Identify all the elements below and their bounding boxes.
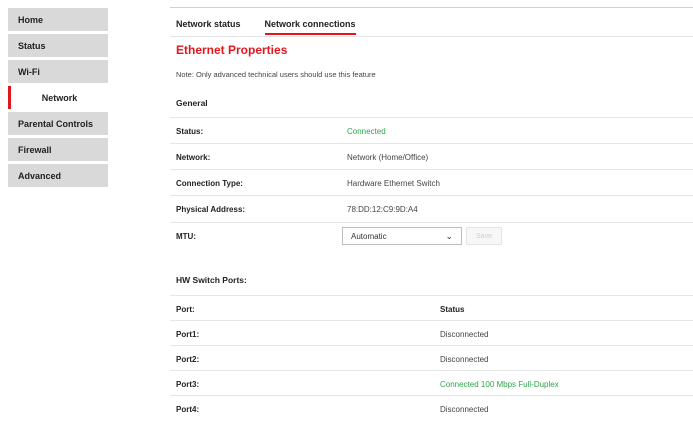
- connection-type-label: Connection Type:: [176, 179, 243, 188]
- network-label: Network:: [176, 153, 211, 162]
- mtu-row: MTU: Automatic ⌄ Save: [170, 222, 693, 255]
- port-status: Disconnected: [440, 330, 489, 339]
- sidebar-item-firewall[interactable]: Firewall: [8, 138, 108, 161]
- port-row: Port3: Connected 100 Mbps Full-Duplex: [170, 370, 693, 397]
- mtu-save-button[interactable]: Save: [466, 227, 502, 245]
- page-title: Ethernet Properties: [176, 43, 288, 57]
- mtu-select[interactable]: Automatic ⌄: [342, 227, 462, 245]
- top-divider: [170, 7, 693, 8]
- connection-type-value: Hardware Ethernet Switch: [347, 179, 440, 188]
- network-row: Network: Network (Home/Office): [170, 143, 693, 170]
- sidebar-item-status[interactable]: Status: [8, 34, 108, 57]
- sidebar-item-advanced[interactable]: Advanced: [8, 164, 108, 187]
- mtu-select-value: Automatic: [351, 232, 387, 241]
- tab-divider: [170, 36, 693, 37]
- tab-bar: Network status Network connections: [176, 19, 356, 35]
- port-status: Connected 100 Mbps Full-Duplex: [440, 380, 559, 389]
- sidebar-nav: Home Status Wi-Fi Network Parental Contr…: [8, 8, 108, 190]
- port-column-header: Port:: [176, 305, 195, 314]
- sidebar-item-wifi[interactable]: Wi-Fi: [8, 60, 108, 83]
- ports-header-row: Port: Status: [170, 295, 693, 322]
- port-row: Port1: Disconnected: [170, 320, 693, 347]
- physical-address-value: 78:DD:12:C9:9D:A4: [347, 205, 418, 214]
- port-status: Disconnected: [440, 405, 489, 414]
- physical-address-row: Physical Address: 78:DD:12:C9:9D:A4: [170, 195, 693, 222]
- mtu-label: MTU:: [176, 232, 196, 241]
- port-name: Port2:: [176, 355, 200, 364]
- section-heading-general: General: [176, 98, 208, 108]
- port-row: Port2: Disconnected: [170, 345, 693, 372]
- connection-type-row: Connection Type: Hardware Ethernet Switc…: [170, 169, 693, 196]
- status-row: Status: Connected: [170, 117, 693, 144]
- chevron-down-icon: ⌄: [445, 231, 453, 241]
- port-name: Port1:: [176, 330, 200, 339]
- port-name: Port3:: [176, 380, 200, 389]
- port-name: Port4:: [176, 405, 200, 414]
- status-label: Status:: [176, 127, 204, 136]
- section-heading-hw-switch-ports: HW Switch Ports:: [176, 275, 247, 285]
- tab-network-status[interactable]: Network status: [176, 19, 241, 35]
- status-value: Connected: [347, 127, 386, 136]
- network-value: Network (Home/Office): [347, 153, 429, 162]
- port-row: Port4: Disconnected: [170, 395, 693, 422]
- sidebar-item-network[interactable]: Network: [8, 86, 108, 109]
- sidebar-item-parental-controls[interactable]: Parental Controls: [8, 112, 108, 135]
- physical-address-label: Physical Address:: [176, 205, 246, 214]
- status-column-header: Status: [440, 305, 465, 314]
- advanced-note: Note: Only advanced technical users shou…: [176, 70, 376, 79]
- port-status: Disconnected: [440, 355, 489, 364]
- sidebar-item-home[interactable]: Home: [8, 8, 108, 31]
- tab-network-connections[interactable]: Network connections: [264, 19, 356, 35]
